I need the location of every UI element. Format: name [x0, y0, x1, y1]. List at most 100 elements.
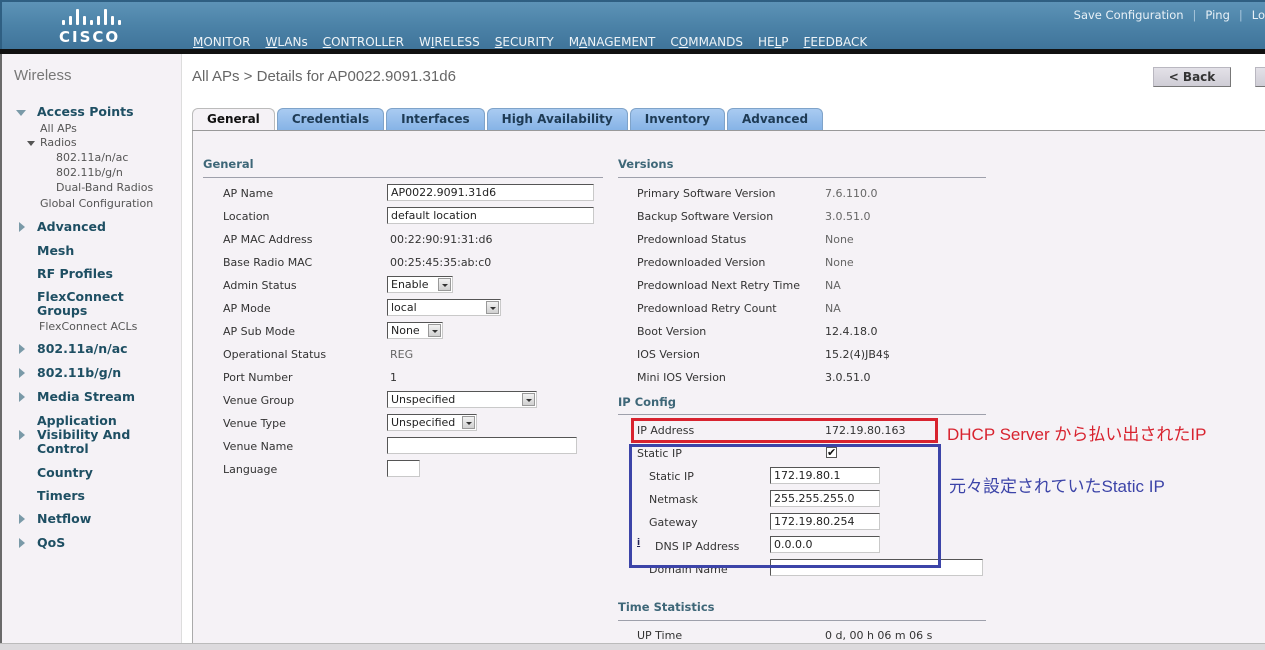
dhcp-ip-annotation: DHCP Server から払い出されたIP	[947, 425, 1207, 444]
top-header: CISCO Save Configuration | Ping | Lo MONITOR…	[0, 0, 1265, 54]
ap-sub-mode-label: AP Sub Mode	[223, 325, 296, 338]
general-tab-panel: General AP Name AP0022.9091.31d6 Locatio…	[192, 131, 1265, 650]
save-configuration-link[interactable]: Save Configuration	[1074, 8, 1184, 22]
tab-interfaces[interactable]: Interfaces	[386, 108, 485, 130]
collapsed-arrow-icon[interactable]	[19, 368, 25, 378]
admin-status-value: Enable	[391, 278, 429, 291]
version-label: Boot Version	[637, 325, 707, 338]
sidebar-item-netflow[interactable]: Netflow	[37, 512, 91, 526]
apply-button[interactable]	[1255, 67, 1265, 87]
venue-name-label: Venue Name	[223, 440, 294, 453]
uptime-label: UP Time	[637, 629, 683, 642]
version-value: None	[825, 256, 854, 269]
location-label: Location	[223, 210, 270, 223]
section-divider	[618, 414, 986, 415]
sidebar-item-timers[interactable]: Timers	[37, 489, 85, 503]
section-divider	[618, 620, 986, 621]
section-title-general: General	[203, 157, 254, 171]
tab-advanced[interactable]: Advanced	[726, 108, 824, 130]
ap-sub-mode-select[interactable]: None	[387, 322, 443, 339]
tab-high-availability[interactable]: High Availability	[486, 108, 628, 130]
version-value: 15.2(4)JB4$	[825, 348, 890, 361]
tab-inventory[interactable]: Inventory	[629, 108, 725, 130]
port-number-value: 1	[390, 371, 397, 384]
sidebar-item-global-config[interactable]: Global Configuration	[40, 197, 153, 210]
collapsed-arrow-icon[interactable]	[19, 430, 25, 440]
sidebar-item-flexconnect-acls[interactable]: FlexConnect ACLs	[39, 320, 137, 333]
admin-status-select[interactable]: Enable	[387, 276, 453, 293]
sidebar-item-all-aps[interactable]: All APs	[40, 122, 77, 135]
sidebar-item-mesh[interactable]: Mesh	[37, 244, 74, 258]
section-divider	[618, 177, 986, 178]
separator: |	[1238, 8, 1243, 22]
content-area: All APs > Details for AP0022.9091.31d6 <…	[183, 54, 1265, 650]
version-value: 7.6.110.0	[825, 187, 878, 200]
chevron-down-icon	[462, 416, 475, 429]
oper-status-label: Operational Status	[223, 348, 327, 361]
chevron-down-icon	[486, 301, 499, 314]
ap-mode-select[interactable]: local	[387, 299, 501, 316]
sidebar-item-avc[interactable]: Application Visibility And Control	[37, 414, 137, 456]
ap-name-label: AP Name	[223, 187, 274, 200]
sidebar-item-qos[interactable]: QoS	[37, 536, 65, 550]
oper-status-value: REG	[390, 348, 414, 361]
chevron-down-icon	[428, 324, 441, 337]
ap-mac-value: 00:22:90:91:31:d6	[390, 233, 493, 246]
logout-link[interactable]: Lo	[1252, 8, 1265, 22]
sidebar-item-radio-a[interactable]: 802.11a/n/ac	[56, 151, 128, 164]
collapsed-arrow-icon[interactable]	[19, 392, 25, 402]
version-label: Predownload Status	[637, 233, 747, 246]
ping-link[interactable]: Ping	[1205, 8, 1229, 22]
sidebar-item-dual-band[interactable]: Dual-Band Radios	[56, 181, 153, 194]
version-label: Predownload Retry Count	[637, 302, 777, 315]
language-input[interactable]	[387, 460, 420, 477]
sidebar-item-radios[interactable]: Radios	[40, 136, 77, 149]
cisco-logo: CISCO	[59, 9, 129, 51]
sidebar-item-80211b[interactable]: 802.11b/g/n	[37, 366, 121, 380]
admin-status-label: Admin Status	[223, 279, 297, 292]
sidebar: Wireless Access Points All APs Radios 80…	[0, 54, 182, 650]
venue-group-select[interactable]: Unspecified	[387, 391, 537, 408]
version-label: Predownload Next Retry Time	[637, 279, 800, 292]
tab-general[interactable]: General	[192, 108, 275, 131]
ap-sub-mode-value: None	[391, 324, 420, 337]
language-label: Language	[223, 463, 278, 476]
page-title: All APs > Details for AP0022.9091.31d6	[192, 68, 456, 85]
sidebar-item-media-stream[interactable]: Media Stream	[37, 390, 135, 404]
venue-type-label: Venue Type	[223, 417, 286, 430]
version-value: NA	[825, 279, 841, 292]
base-radio-mac-value: 00:25:45:35:ab:c0	[390, 256, 492, 269]
version-value: 12.4.18.0	[825, 325, 878, 338]
venue-name-input[interactable]	[387, 437, 577, 454]
location-input[interactable]: default location	[387, 207, 594, 224]
expanded-arrow-icon[interactable]	[16, 110, 26, 116]
collapsed-arrow-icon[interactable]	[19, 514, 25, 524]
sidebar-item-rf-profiles[interactable]: RF Profiles	[37, 267, 113, 281]
back-button[interactable]: < Back	[1153, 67, 1231, 87]
sidebar-item-access-points[interactable]: Access Points	[37, 105, 134, 119]
window-bottom-edge	[0, 643, 1265, 650]
expanded-arrow-icon[interactable]	[27, 141, 35, 146]
version-value: 3.0.51.0	[825, 210, 871, 223]
ap-name-input[interactable]: AP0022.9091.31d6	[387, 184, 594, 201]
sidebar-item-radio-b[interactable]: 802.11b/g/n	[56, 166, 123, 179]
collapsed-arrow-icon[interactable]	[19, 222, 25, 232]
collapsed-arrow-icon[interactable]	[19, 538, 25, 548]
version-label: Predownloaded Version	[637, 256, 766, 269]
venue-group-label: Venue Group	[223, 394, 295, 407]
collapsed-arrow-icon[interactable]	[19, 344, 25, 354]
sidebar-item-country[interactable]: Country	[37, 466, 93, 480]
sidebar-item-advanced[interactable]: Advanced	[37, 220, 106, 234]
venue-group-value: Unspecified	[391, 393, 456, 406]
sidebar-item-flexconnect-groups[interactable]: FlexConnect Groups	[37, 290, 137, 318]
static-ip-annotation: 元々設定されていたStatic IP	[949, 477, 1165, 496]
chevron-down-icon	[438, 278, 451, 291]
venue-type-select[interactable]: Unspecified	[387, 414, 477, 431]
tab-credentials[interactable]: Credentials	[276, 108, 385, 130]
version-value: None	[825, 233, 854, 246]
ap-mode-label: AP Mode	[223, 302, 271, 315]
tab-bar: General Credentials Interfaces High Avai…	[192, 108, 825, 131]
section-title-time-statistics: Time Statistics	[618, 600, 715, 614]
version-label: Primary Software Version	[637, 187, 776, 200]
sidebar-item-80211a[interactable]: 802.11a/n/ac	[37, 342, 128, 356]
